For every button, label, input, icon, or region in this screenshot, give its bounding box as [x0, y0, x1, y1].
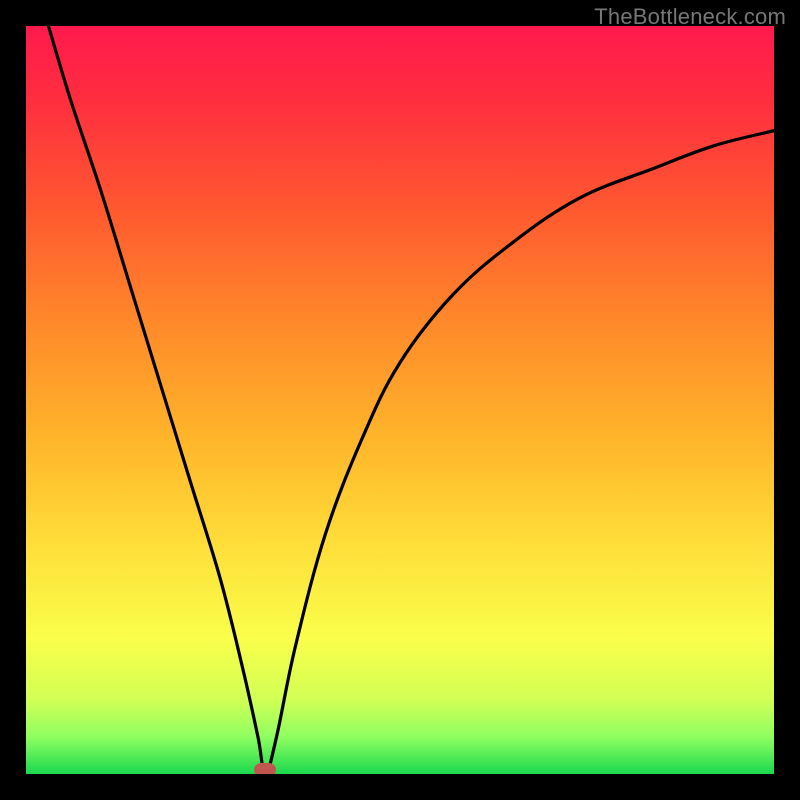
optimal-marker: [254, 763, 276, 774]
watermark-label: TheBottleneck.com: [594, 4, 786, 30]
plot-area: [26, 26, 774, 774]
bottleneck-curve: [26, 26, 774, 774]
chart-frame: TheBottleneck.com: [0, 0, 800, 800]
